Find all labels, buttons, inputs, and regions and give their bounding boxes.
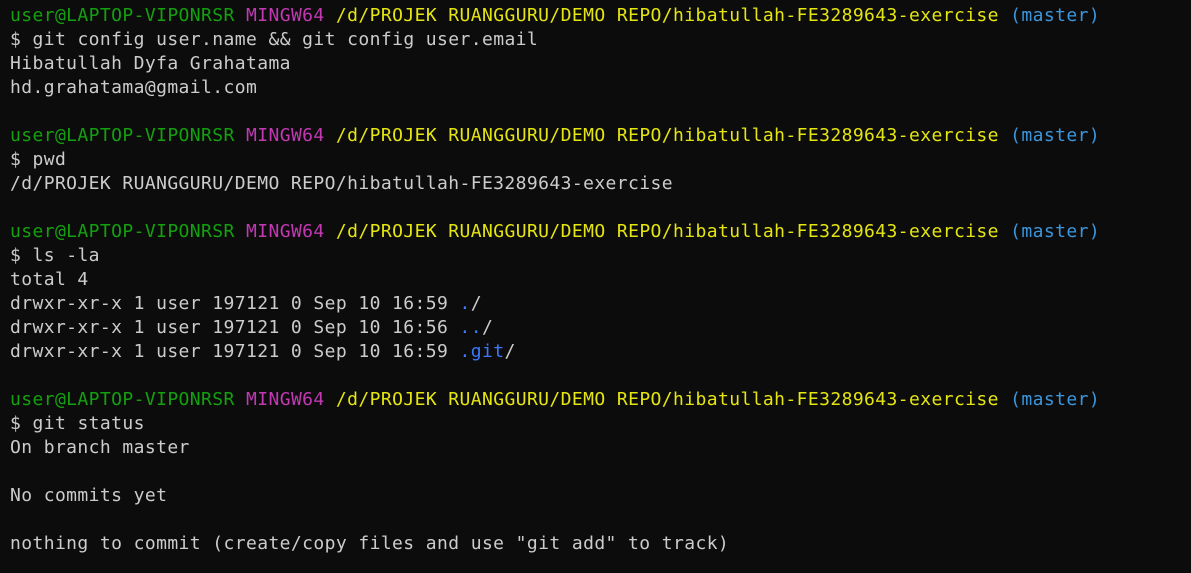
prompt-line: user@LAPTOP-VIPONRSR MINGW64 /d/PROJEK R…	[10, 388, 1191, 412]
ls-entry-slash: /	[481, 317, 494, 338]
prompt-user-host: user@LAPTOP-VIPONRSR	[10, 389, 235, 410]
command-line: $ pwd	[10, 148, 1191, 172]
ls-entry-meta: drwxr-xr-x 1 user 197121 0 Sep 10 16:56	[10, 317, 449, 338]
output-line: No commits yet	[10, 485, 168, 506]
prompt-symbol: $	[10, 245, 22, 266]
command-text: pwd	[32, 149, 67, 170]
prompt-branch: (master)	[1010, 5, 1101, 26]
command-text: git config user.name && git config user.…	[32, 29, 539, 50]
command-line: $ git status	[10, 412, 1191, 436]
ls-entry-meta: drwxr-xr-x 1 user 197121 0 Sep 10 16:59	[10, 293, 449, 314]
output-line: hd.grahatama@gmail.com	[10, 77, 258, 98]
prompt-path: /d/PROJEK RUANGGURU/DEMO REPO/hibatullah…	[335, 221, 999, 242]
prompt-line: user@LAPTOP-VIPONRSR MINGW64 /d/PROJEK R…	[10, 4, 1191, 28]
prompt-system: MINGW64	[246, 389, 325, 410]
prompt-path: /d/PROJEK RUANGGURU/DEMO REPO/hibatullah…	[335, 389, 999, 410]
output-line: nothing to commit (create/copy files and…	[10, 533, 730, 554]
output-line: Hibatullah Dyfa Grahatama	[10, 53, 291, 74]
prompt-path: /d/PROJEK RUANGGURU/DEMO REPO/hibatullah…	[335, 5, 999, 26]
prompt-branch: (master)	[1010, 125, 1101, 146]
prompt-symbol: $	[10, 149, 22, 170]
prompt-user-host: user@LAPTOP-VIPONRSR	[10, 5, 235, 26]
ls-entry: drwxr-xr-x 1 user 197121 0 Sep 10 16:59 …	[10, 292, 1191, 316]
ls-entry-slash: /	[470, 293, 482, 314]
ls-entry-name: .git	[459, 341, 505, 362]
prompt-symbol: $	[10, 413, 22, 434]
prompt-branch: (master)	[1010, 221, 1101, 242]
ls-entry-slash: /	[504, 341, 516, 362]
command-line: $ ls -la	[10, 244, 1191, 268]
command-text: ls -la	[32, 245, 100, 266]
prompt-line: user@LAPTOP-VIPONRSR MINGW64 /d/PROJEK R…	[10, 220, 1191, 244]
prompt-system: MINGW64	[246, 125, 325, 146]
ls-entry-meta: drwxr-xr-x 1 user 197121 0 Sep 10 16:59	[10, 341, 449, 362]
ls-entry-name: ..	[459, 317, 482, 338]
prompt-user-host: user@LAPTOP-VIPONRSR	[10, 125, 235, 146]
prompt-line: user@LAPTOP-VIPONRSR MINGW64 /d/PROJEK R…	[10, 124, 1191, 148]
terminal-window[interactable]: user@LAPTOP-VIPONRSR MINGW64 /d/PROJEK R…	[0, 0, 1191, 573]
prompt-branch: (master)	[1010, 389, 1101, 410]
ls-entry: drwxr-xr-x 1 user 197121 0 Sep 10 16:56 …	[10, 316, 1191, 340]
prompt-symbol: $	[10, 29, 22, 50]
prompt-system: MINGW64	[246, 5, 325, 26]
ls-entry: drwxr-xr-x 1 user 197121 0 Sep 10 16:59 …	[10, 340, 1191, 364]
ls-entry-name: .	[459, 293, 471, 314]
prompt-path: /d/PROJEK RUANGGURU/DEMO REPO/hibatullah…	[335, 125, 999, 146]
command-text: git status	[32, 413, 145, 434]
command-line: $ git config user.name && git config use…	[10, 28, 1191, 52]
prompt-system: MINGW64	[246, 221, 325, 242]
output-line: On branch master	[10, 437, 190, 458]
output-line: /d/PROJEK RUANGGURU/DEMO REPO/hibatullah…	[10, 173, 673, 194]
output-line: total 4	[10, 269, 89, 290]
prompt-user-host: user@LAPTOP-VIPONRSR	[10, 221, 235, 242]
